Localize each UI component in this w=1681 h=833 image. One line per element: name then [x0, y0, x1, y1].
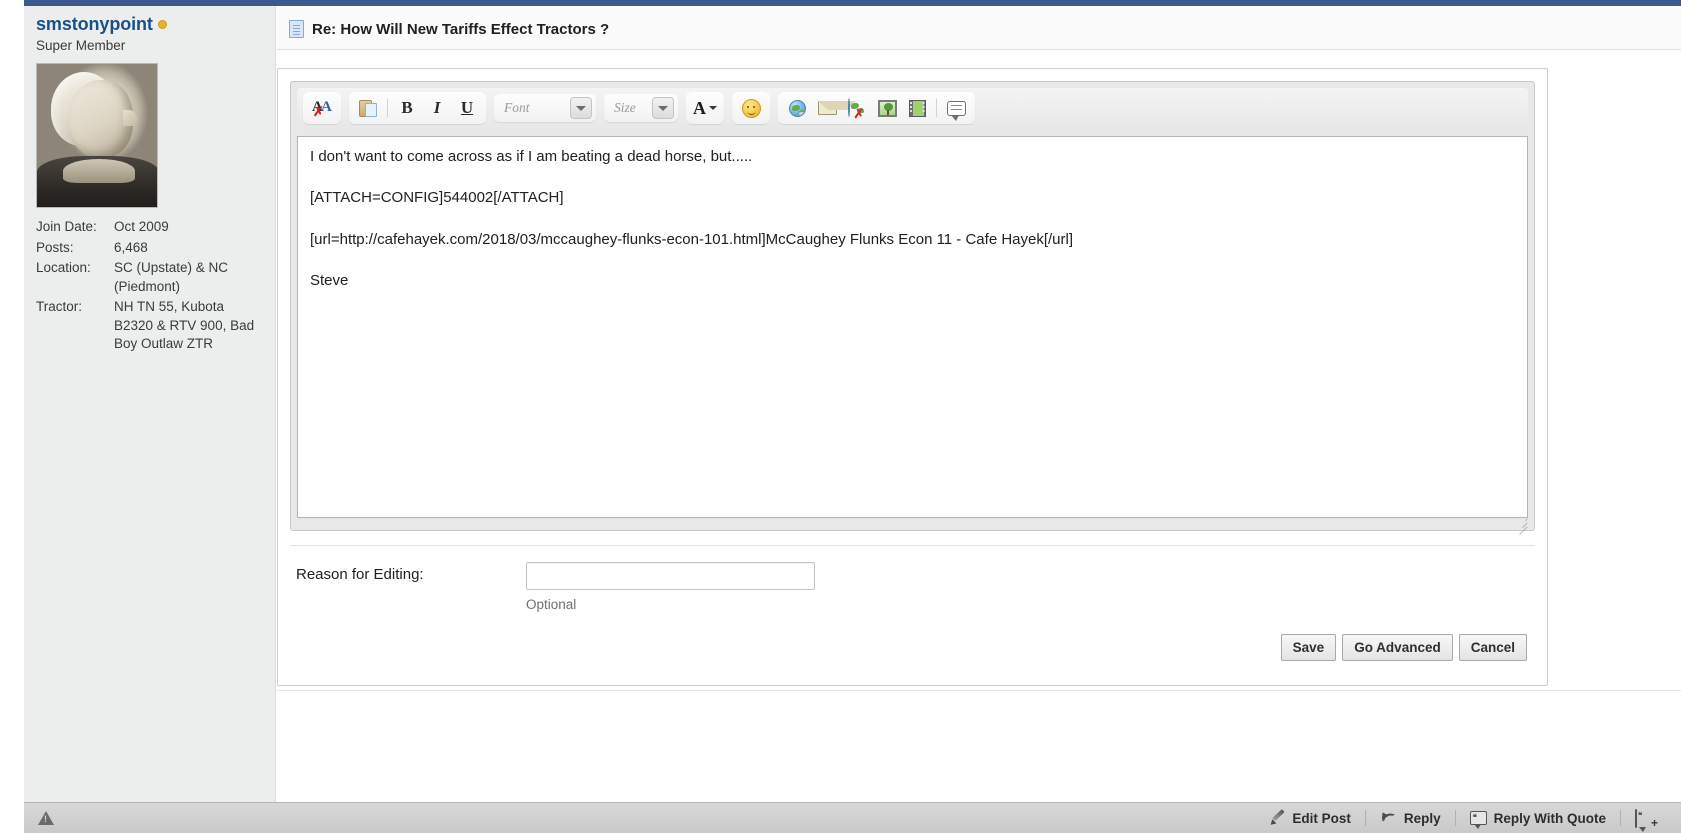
reason-optional-hint: Optional: [526, 597, 577, 612]
font-family-select[interactable]: Font: [494, 94, 596, 122]
info-row-posts: Posts: 6,468: [36, 239, 263, 258]
wrap-quote-icon[interactable]: [942, 95, 970, 121]
thread-header: Re: How Will New Tariffs Effect Tractors…: [277, 6, 1681, 50]
post-action-footer: Edit Post Reply ❝ Reply With Quote ❝ +: [24, 802, 1681, 833]
main-content: Re: How Will New Tariffs Effect Tractors…: [277, 6, 1681, 802]
edit-post-label: Edit Post: [1292, 810, 1351, 826]
footer-left: [38, 811, 54, 825]
bold-icon[interactable]: B: [393, 95, 421, 121]
reply-label: Reply: [1403, 810, 1441, 826]
italic-glyph: I: [433, 98, 441, 117]
font-color-icon[interactable]: A: [691, 95, 719, 121]
document-icon: [289, 20, 304, 38]
info-label: Join Date:: [36, 219, 97, 234]
info-value: SC (Upstate) & NC (Piedmont): [114, 260, 229, 294]
font-size-select[interactable]: Size: [604, 94, 678, 122]
pencil-icon: [1268, 808, 1285, 827]
info-row-location: Location: SC (Upstate) & NC (Piedmont): [36, 259, 263, 296]
underline-glyph: U: [460, 98, 474, 117]
smilie-icon[interactable]: [737, 95, 765, 121]
insert-email-icon[interactable]: [813, 95, 856, 121]
avatar-collar-shape: [63, 159, 135, 183]
info-label: Tractor:: [36, 299, 83, 314]
remove-formatting-icon[interactable]: A A ✗: [308, 95, 336, 121]
info-label: Location:: [36, 260, 91, 275]
post-body-line: I don't want to come across as if I am b…: [310, 148, 753, 165]
info-value: NH TN 55, Kubota B2320 & RTV 900, Bad Bo…: [114, 299, 255, 351]
page-title: Re: How Will New Tariffs Effect Tractors…: [312, 20, 610, 38]
chevron-down-icon[interactable]: [652, 97, 674, 119]
toolbar-group-text-style: B I U: [349, 92, 486, 124]
multi-quote-button[interactable]: ❝ +: [1621, 803, 1671, 833]
reason-for-editing-row: Reason for Editing: Optional: [290, 545, 1535, 612]
remove-link-icon[interactable]: ✗: [843, 95, 871, 121]
reply-arrow-icon: [1378, 809, 1397, 826]
editor-panel: A A ✗ B I U Font Size A ✗ I don't want t…: [277, 68, 1548, 686]
post-body-line: [url=http://cafehayek.com/2018/03/mccaug…: [310, 230, 1074, 248]
editor-toolbar: A A ✗ B I U Font Size A ✗: [297, 88, 1528, 130]
edit-post-button[interactable]: Edit Post: [1256, 803, 1365, 833]
info-row-tractor: Tractor: NH TN 55, Kubota B2320 & RTV 90…: [36, 298, 263, 354]
warning-triangle-icon[interactable]: [38, 811, 54, 825]
quote-bubble-icon: ❝: [1469, 811, 1487, 829]
editor-button-row: Save Go Advanced Cancel: [290, 612, 1535, 675]
avatar[interactable]: [36, 63, 158, 208]
font-size-select-label: Size: [614, 100, 636, 115]
insert-image-icon[interactable]: [873, 95, 901, 121]
reply-with-quote-button[interactable]: ❝ Reply With Quote: [1456, 803, 1620, 833]
author-username[interactable]: smstonypoint: [36, 14, 153, 35]
online-status-icon: [157, 20, 167, 29]
chevron-down-icon: [709, 106, 717, 110]
toolbar-group-format-clear: A A ✗: [303, 92, 341, 124]
toolbar-group-insert: ✗: [778, 92, 975, 124]
paste-icon[interactable]: [354, 95, 382, 121]
footer-actions: Edit Post Reply ❝ Reply With Quote ❝ +: [1256, 803, 1671, 833]
forum-edit-post-page: smstonypoint Super Member Join Date: Oct…: [0, 0, 1681, 833]
reply-button[interactable]: Reply: [1366, 803, 1455, 833]
go-advanced-button[interactable]: Go Advanced: [1342, 634, 1453, 661]
info-label: Posts:: [36, 239, 74, 255]
underline-icon[interactable]: U: [453, 95, 481, 121]
toolbar-divider: [936, 99, 937, 117]
reply-with-quote-label: Reply With Quote: [1493, 810, 1606, 826]
bold-glyph: B: [401, 98, 413, 117]
post-body-textarea[interactable]: I don't want to come across as if I am b…: [297, 136, 1528, 518]
toolbar-divider: [387, 99, 388, 117]
chevron-down-icon[interactable]: [570, 97, 592, 119]
author-usertitle: Super Member: [36, 38, 126, 53]
multi-quote-icon: ❝ +: [1635, 809, 1658, 829]
reason-field-wrap: Optional: [526, 562, 815, 612]
left-page-gutter: [0, 0, 24, 833]
font-family-select-label: Font: [504, 100, 530, 115]
insert-link-icon[interactable]: [783, 95, 811, 121]
info-value: 6,468: [114, 239, 148, 255]
info-row-join-date: Join Date: Oct 2009: [36, 218, 263, 237]
reason-for-editing-input[interactable]: [526, 562, 815, 590]
content-bottom-divider: [277, 690, 1681, 691]
post-body-line: Steve: [310, 271, 349, 289]
cancel-button[interactable]: Cancel: [1458, 634, 1527, 661]
avatar-nose-shape: [123, 110, 137, 126]
editor-box: A A ✗ B I U Font Size A ✗ I don't want t…: [277, 68, 1548, 686]
save-button[interactable]: Save: [1280, 634, 1337, 661]
post-author-sidebar: smstonypoint Super Member Join Date: Oct…: [24, 6, 276, 802]
editor-shell: A A ✗ B I U Font Size A ✗ I don't want t…: [290, 81, 1535, 535]
insert-video-icon[interactable]: [903, 95, 931, 121]
toolbar-group-color: A: [686, 92, 724, 124]
font-color-glyph: A: [693, 97, 706, 118]
italic-icon[interactable]: I: [423, 95, 451, 121]
username-row: smstonypoint: [36, 14, 263, 35]
info-value: Oct 2009: [114, 219, 169, 234]
author-info-table: Join Date: Oct 2009 Posts: 6,468 Locatio…: [36, 218, 263, 354]
toolbar-group-smilie: [732, 92, 770, 124]
post-body-line: [ATTACH=CONFIG]544002[/ATTACH]: [310, 189, 564, 207]
textarea-resize-handle[interactable]: [1515, 514, 1528, 535]
reason-for-editing-label: Reason for Editing:: [296, 566, 424, 583]
